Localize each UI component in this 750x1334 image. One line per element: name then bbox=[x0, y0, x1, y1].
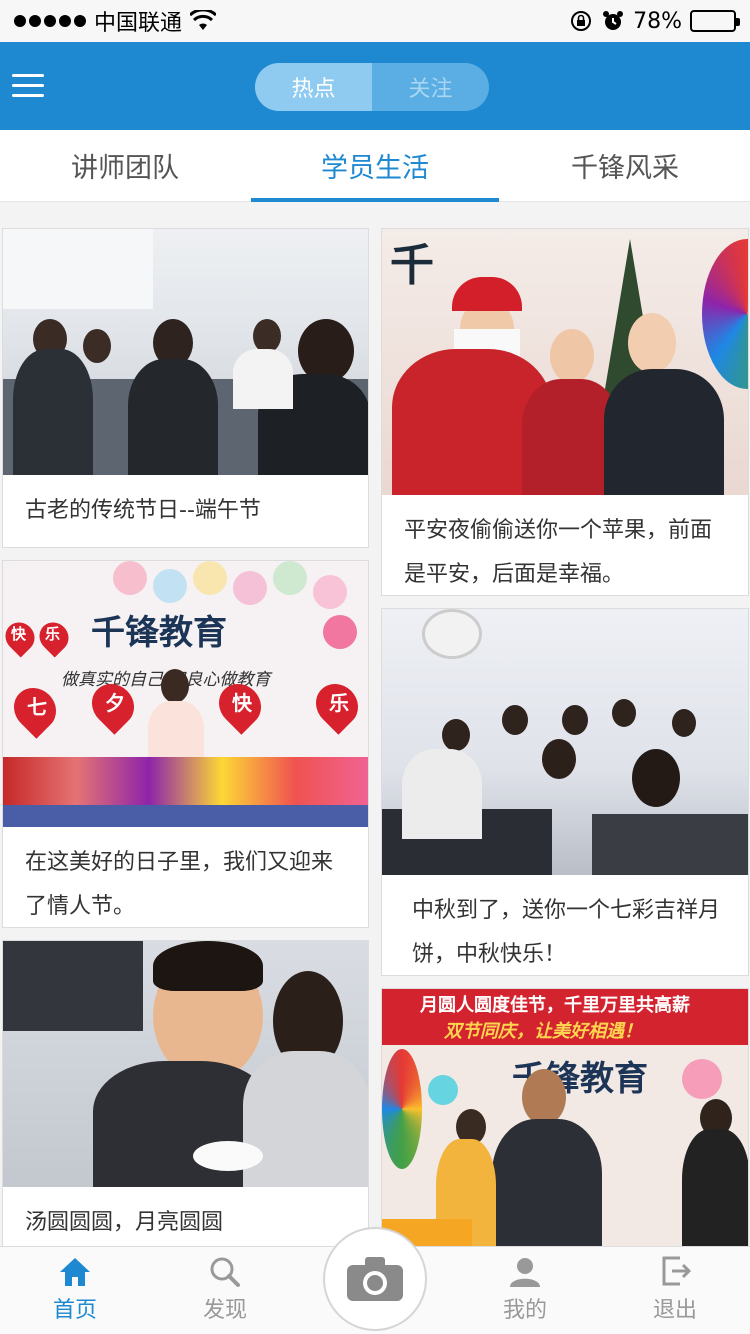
wifi-icon bbox=[190, 10, 217, 30]
search-icon bbox=[209, 1254, 241, 1288]
card-heart-char: 快 bbox=[232, 691, 252, 715]
tab-company-style[interactable]: 千锋风采 bbox=[500, 130, 750, 201]
feed-card[interactable]: 月圆人圆度佳节，千里万里共高薪 双节同庆，让美好相遇！ 千锋教育 bbox=[381, 988, 749, 1246]
logout-icon bbox=[658, 1254, 692, 1288]
tab-teachers[interactable]: 讲师团队 bbox=[0, 130, 250, 201]
card-photo bbox=[3, 941, 368, 1187]
nav-label: 发现 bbox=[202, 1298, 247, 1323]
card-caption: 古老的传统节日--端午节 bbox=[25, 498, 261, 523]
camera-button[interactable] bbox=[323, 1227, 427, 1331]
feed-card[interactable]: 千锋教育 做真实的自己 用良心做教育 快 乐 七 夕 快 乐 在这美好的日子里，… bbox=[2, 560, 369, 928]
signal-icon bbox=[14, 15, 86, 27]
feed-card[interactable]: 千 平安夜偷偷送你一个苹果，前面是平安，后面是幸福。 bbox=[381, 228, 749, 596]
card-photo bbox=[382, 609, 748, 875]
nav-profile[interactable]: 我的 bbox=[450, 1247, 600, 1334]
segment-hot[interactable]: 热点 bbox=[255, 63, 372, 111]
card-photo: 千 bbox=[382, 229, 748, 495]
app-screen: 中国联通 78% 热点 关注 讲师团队 学员生活 千锋风采 古老的传统节日--端… bbox=[0, 0, 750, 1334]
card-banner-brand: 千锋教育 bbox=[91, 613, 227, 653]
card-heart-char: 夕 bbox=[105, 691, 125, 715]
rotation-lock-icon bbox=[571, 11, 592, 31]
status-bar: 中国联通 78% bbox=[0, 0, 750, 42]
nav-label: 退出 bbox=[652, 1298, 697, 1323]
card-hanging-char: 乐 bbox=[45, 625, 61, 643]
user-icon bbox=[508, 1254, 542, 1288]
nav-camera-slot bbox=[300, 1227, 450, 1334]
card-banner-line1: 月圆人圆度佳节，千里万里共高薪 bbox=[420, 995, 690, 1016]
nav-discover[interactable]: 发现 bbox=[150, 1247, 300, 1334]
nav-label: 我的 bbox=[502, 1298, 547, 1323]
menu-icon[interactable] bbox=[12, 74, 44, 98]
card-photo: 千锋教育 做真实的自己 用良心做教育 快 乐 七 夕 快 乐 bbox=[3, 561, 368, 827]
card-caption: 在这美好的日子里，我们又迎来了情人节。 bbox=[25, 850, 334, 919]
nav-home[interactable]: 首页 bbox=[0, 1247, 150, 1334]
home-icon bbox=[58, 1254, 92, 1288]
tab-student-life[interactable]: 学员生活 bbox=[250, 130, 500, 202]
segment-follow[interactable]: 关注 bbox=[372, 63, 489, 111]
app-header: 热点 关注 bbox=[0, 42, 750, 130]
photo-feed[interactable]: 古老的传统节日--端午节 千 平安夜偷偷送你一个苹果，前面是平安，后面是幸福。 bbox=[0, 202, 750, 1246]
nav-logout[interactable]: 退出 bbox=[600, 1247, 750, 1334]
category-tabs: 讲师团队 学员生活 千锋风采 bbox=[0, 130, 750, 202]
camera-icon bbox=[347, 1257, 403, 1301]
feed-segment-control: 热点 关注 bbox=[255, 63, 489, 111]
bottom-nav: 首页 发现 我的 退出 bbox=[0, 1227, 750, 1334]
card-caption: 中秋到了，送你一个七彩吉祥月饼，中秋快乐！ bbox=[412, 898, 721, 967]
feed-card[interactable]: 古老的传统节日--端午节 bbox=[2, 228, 369, 548]
card-heart-char: 七 bbox=[27, 695, 47, 719]
carrier-label: 中国联通 bbox=[94, 11, 183, 36]
card-caption: 平安夜偷偷送你一个苹果，前面是平安，后面是幸福。 bbox=[404, 518, 713, 587]
feed-card[interactable]: 汤圆圆圆，月亮圆圆 bbox=[2, 940, 369, 1246]
alarm-icon bbox=[603, 11, 624, 30]
card-heart-char: 乐 bbox=[329, 691, 349, 715]
card-hanging-char: 快 bbox=[11, 625, 27, 643]
card-banner-line2: 双节同庆，让美好相遇！ bbox=[444, 1021, 642, 1042]
feed-card[interactable]: 中秋到了，送你一个七彩吉祥月饼，中秋快乐！ bbox=[381, 608, 749, 976]
card-caption: 汤圆圆圆，月亮圆圆 bbox=[25, 1210, 224, 1235]
nav-label: 首页 bbox=[52, 1298, 97, 1323]
card-photo bbox=[3, 229, 368, 475]
battery-icon bbox=[690, 10, 740, 32]
card-photo: 月圆人圆度佳节，千里万里共高薪 双节同庆，让美好相遇！ 千锋教育 bbox=[382, 989, 748, 1246]
battery-percent: 78% bbox=[633, 8, 682, 34]
